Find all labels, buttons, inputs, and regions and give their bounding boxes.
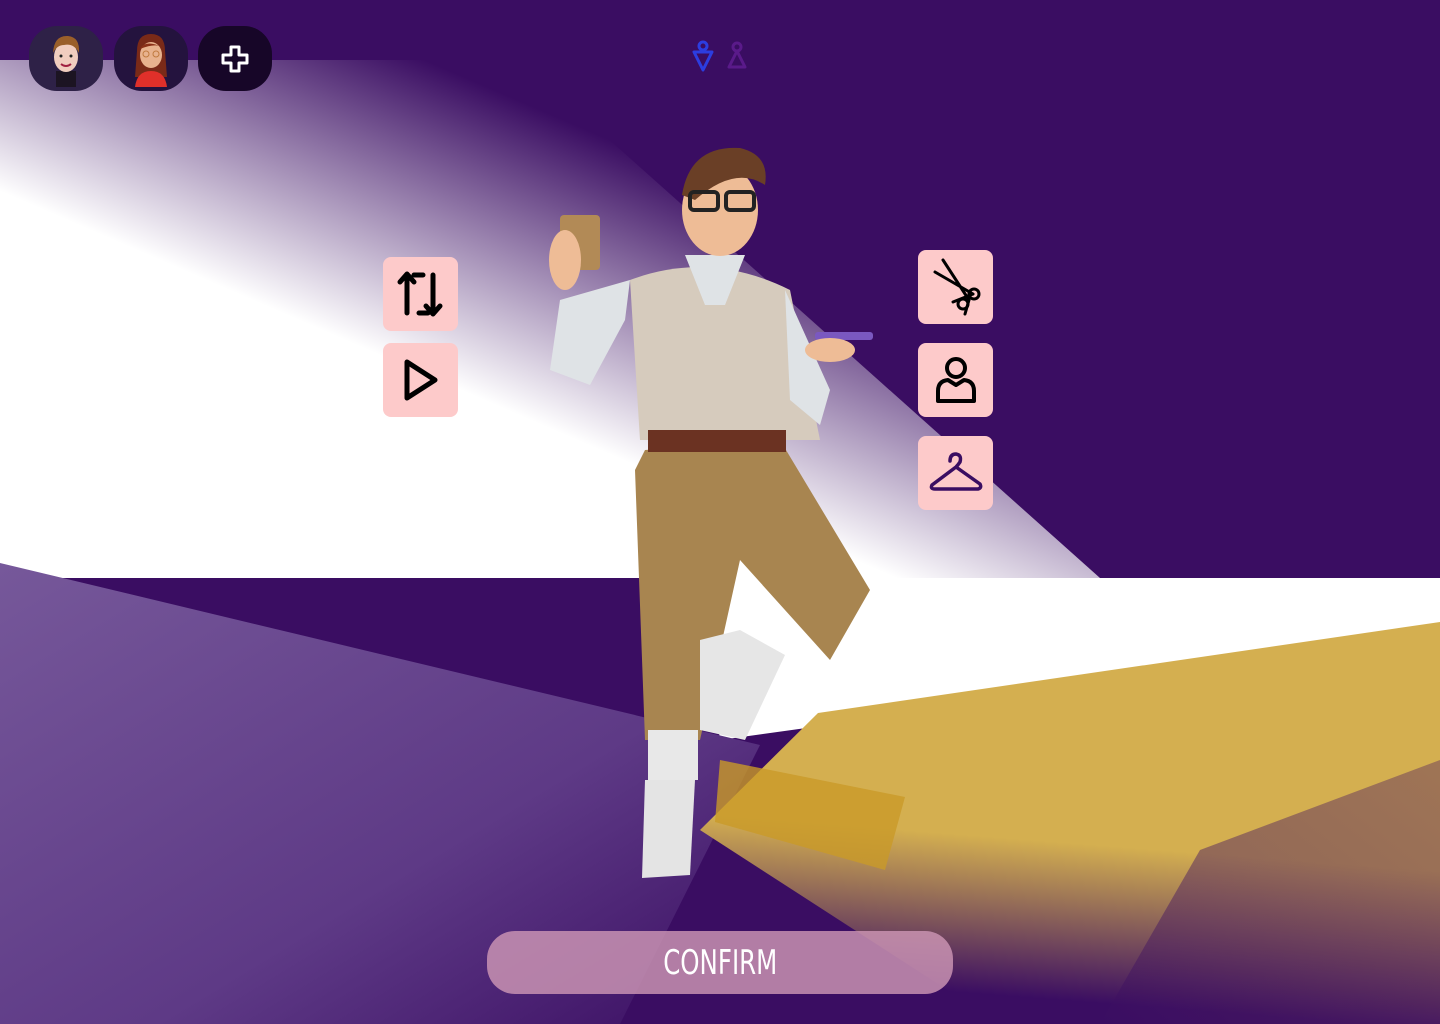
male-figure-icon [692,40,714,72]
play-icon [404,359,437,401]
add-profile-button[interactable] [198,26,272,91]
gender-male-toggle[interactable] [691,40,715,79]
swap-button[interactable] [383,257,458,331]
body-button[interactable] [918,343,993,417]
scissors-icon [933,258,980,316]
profile-male-button[interactable] [29,26,103,91]
female-figure-icon [727,41,747,69]
boy-avatar-icon [53,35,80,87]
confirm-button[interactable]: CONFIRM [487,931,953,994]
play-button[interactable] [383,343,458,417]
confirm-label: CONFIRM [662,942,778,983]
girl-avatar-icon [135,33,167,87]
profile-female-button[interactable] [114,26,188,91]
clothes-button[interactable] [918,436,993,510]
gender-female-toggle[interactable] [725,40,749,79]
plus-icon [221,45,249,72]
avatar-character [549,147,873,878]
person-icon [935,357,976,403]
hair-button[interactable] [918,250,993,324]
swap-vertical-icon [397,271,442,317]
hanger-icon [929,452,982,491]
